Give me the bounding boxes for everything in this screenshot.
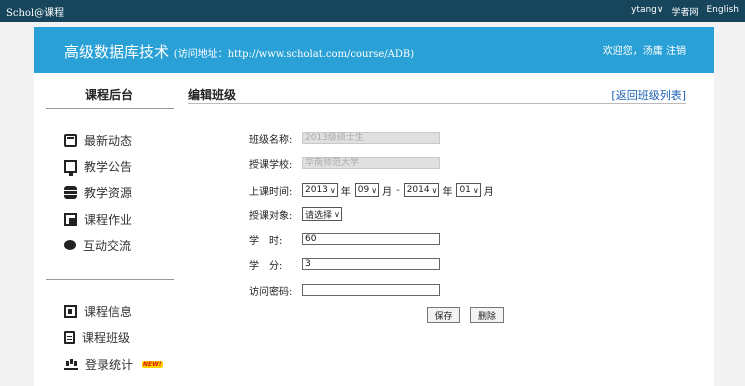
chat-icon [64,240,76,250]
scholat-link[interactable]: 学者网 [671,5,698,18]
start-year-value: 2013 [305,185,328,195]
course-title: 高级数据库技术 (访问地址：http://www.scholat.com/cou… [64,41,414,62]
sidebar-item-label: 登录统计 [85,357,134,372]
sidebar-item-homework[interactable]: 课程作业 [64,211,132,227]
course-header: 高级数据库技术 (访问地址：http://www.scholat.com/cou… [34,27,714,73]
chevron-down-icon: ∨ [472,185,479,195]
class-icon [64,330,75,344]
user-menu[interactable]: ytang∨ [631,5,663,18]
school-label: 授课学校: [249,159,293,171]
sidebar-item-label: 教学资源 [84,185,133,200]
sidebar-item-label: 课程作业 [84,212,133,227]
english-link[interactable]: English [707,5,740,18]
sidebar-item-label: 课程信息 [84,304,133,319]
end-month-value: 01 [459,185,471,195]
news-icon [64,133,77,147]
sidebar-item-login-stats[interactable]: 登录统计 NEW! [64,356,163,372]
new-badge: NEW! [142,360,163,368]
delete-button[interactable]: 删除 [470,307,504,323]
sidebar-item-course-class[interactable]: 课程班级 [64,329,130,345]
credits-label: 学 分: [249,260,283,272]
sidebar-divider [46,108,174,109]
end-month-select[interactable]: 01 ∨ [456,183,481,197]
school-row: 授课学校: 华南师范大学 [249,156,440,171]
password-input[interactable] [302,284,440,296]
page-title: 编辑班级 [188,88,237,102]
sidebar-item-label: 课程班级 [82,330,131,345]
month-unit: 月 [382,186,393,198]
chevron-down-icon: ∨ [334,209,340,219]
course-name: 高级数据库技术 [64,43,170,61]
user-name: ytang [631,5,657,15]
course-address: (访问地址：http://www.scholat.com/course/ADB) [173,49,415,60]
database-icon [64,185,77,199]
welcome-text[interactable]: 欢迎您，汤庸 注销 [603,42,686,57]
sidebar-item-label: 最新动态 [84,133,133,148]
sidebar-divider [46,279,174,280]
sidebar-item-announcements[interactable]: 教学公告 [64,158,133,176]
sidebar-item-label: 教学公告 [84,159,133,174]
school-field: 华南师范大学 [302,157,440,169]
announcement-icon [64,159,77,176]
sidebar-title: 课程后台 [84,88,133,102]
sidebar: 课程后台 最新动态 教学公告 教学资源 课程作业 互动交流 课程信息 课程班级 … [34,73,184,386]
class-name-label: 班级名称: [249,134,293,146]
sidebar-item-label: 互动交流 [83,238,132,253]
password-row: 访问密码: [249,283,440,298]
end-year-select[interactable]: 2014 ∨ [403,183,440,197]
hours-input[interactable]: 60 [302,233,440,245]
target-label: 授课对象: [249,210,293,222]
target-row: 授课对象: 请选择 ∨ [249,207,342,222]
brand-logo[interactable]: Schol@课程 [6,4,64,19]
back-to-class-list-link[interactable]: [返回班级列表] [611,87,686,103]
class-time-label: 上课时间: [249,186,293,198]
class-time-row: 上课时间: 2013 ∨ 年 09 ∨ 月 - 2014 ∨ 年 01 ∨ 月 [249,183,498,198]
sidebar-item-course-info[interactable]: 课程信息 [64,303,132,319]
chevron-down-icon: ∨ [656,5,664,15]
top-links: ytang∨ 学者网 English [631,5,739,18]
info-card-icon [64,304,77,318]
credits-row: 学 分: 3 [249,257,440,272]
target-value: 请选择 [305,210,333,221]
start-year-select[interactable]: 2013 ∨ [302,183,338,197]
credits-input[interactable]: 3 [302,258,440,270]
stats-icon [64,358,78,371]
homework-icon [64,212,77,226]
year-unit: 年 [442,186,453,198]
target-select[interactable]: 请选择 ∨ [302,207,342,221]
year-unit: 年 [340,186,351,198]
sidebar-item-news[interactable]: 最新动态 [64,132,132,148]
title-divider [188,103,686,104]
password-label: 访问密码: [249,286,293,298]
month-unit: 月 [483,186,494,198]
chevron-down-icon: ∨ [431,185,438,195]
start-month-select[interactable]: 09 ∨ [354,183,380,197]
save-button[interactable]: 保存 [427,307,460,323]
sidebar-item-resources[interactable]: 教学资源 [64,184,132,200]
content-area: 课程后台 最新动态 教学公告 教学资源 课程作业 互动交流 课程信息 课程班级 … [34,73,714,386]
end-year-value: 2014 [406,185,430,195]
class-name-field: 2013级硕士生 [302,132,440,144]
top-bar: Schol@课程 ytang∨ 学者网 English [0,0,745,22]
chevron-down-icon: ∨ [329,185,336,195]
class-name-row: 班级名称: 2013级硕士生 [249,131,440,146]
hours-row: 学 时: 60 [249,232,440,247]
range-dash: - [396,184,400,196]
chevron-down-icon: ∨ [371,185,378,195]
start-month-value: 09 [357,185,370,195]
hours-label: 学 时: [249,235,283,247]
sidebar-item-discussion[interactable]: 互动交流 [64,237,131,253]
